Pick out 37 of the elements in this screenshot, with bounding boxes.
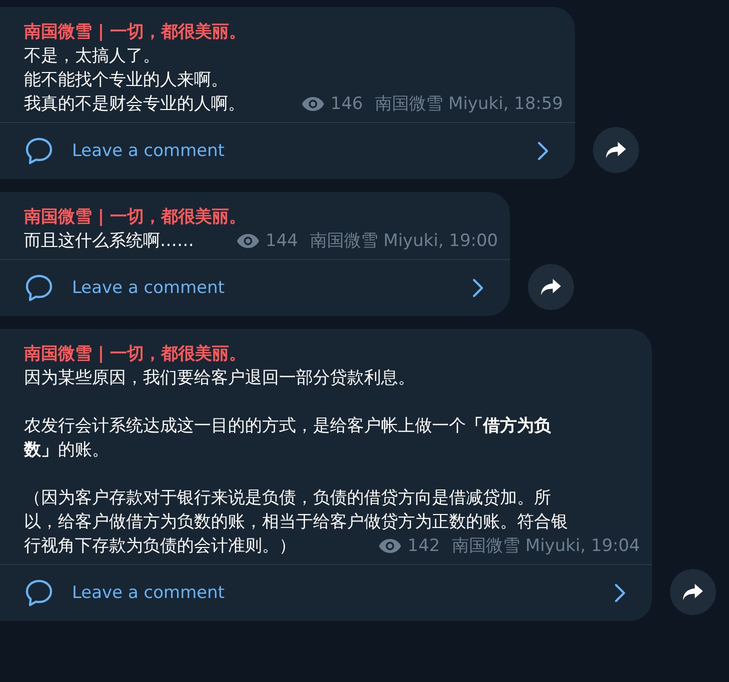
comment-button[interactable]: Leave a comment — [0, 564, 652, 621]
share-icon — [682, 583, 704, 601]
view-count: 142 — [408, 535, 440, 558]
message-text: 以，给客户做借方为负数的账，相当于给客户做贷方为正数的账。符合银 — [24, 511, 568, 534]
author-time: 南国微雪 Miyuki, 19:00 — [310, 230, 498, 253]
chevron-icon — [472, 278, 484, 298]
message-text: 我真的不是财会专业的人啊。 — [24, 93, 245, 116]
comment-button[interactable]: Leave a comment — [0, 122, 575, 179]
message-text: 行视角下存款为负债的会计准则。） — [24, 535, 296, 558]
message-text: 而且这什么系统啊…… — [24, 230, 194, 253]
author-time: 南国微雪 Miyuki, 18:59 — [375, 93, 563, 116]
channel-name[interactable]: 南国微雪 | 一切，都很美丽。 — [24, 205, 496, 229]
view-count: 146 — [330, 93, 363, 116]
comment-icon — [24, 578, 54, 608]
chevron-icon — [537, 141, 549, 161]
channel-name[interactable]: 南国微雪 | 一切，都很美丽。 — [24, 20, 561, 44]
message-text: 数」的账。 — [24, 439, 109, 462]
share-button[interactable] — [670, 569, 716, 615]
eye-icon — [236, 233, 260, 249]
share-icon — [605, 141, 627, 159]
author-time: 南国微雪 Miyuki, 19:04 — [452, 535, 640, 558]
chevron-icon — [614, 583, 626, 603]
share-button[interactable] — [528, 264, 574, 310]
message-text: 能不能找个专业的人来啊。 — [24, 69, 228, 92]
channel-name[interactable]: 南国微雪 | 一切，都很美丽。 — [24, 342, 638, 366]
eye-icon — [300, 96, 325, 112]
view-count: 144 — [266, 230, 298, 253]
share-button[interactable] — [593, 127, 639, 173]
message-text: （因为客户存款对于银行来说是负债，负债的借贷方向是借减贷加。所 — [24, 487, 551, 510]
eye-icon — [378, 538, 402, 554]
message-text: 不是，太搞人了。 — [24, 45, 160, 68]
comment-icon — [24, 273, 54, 303]
message-text: 因为某些原因，我们要给客户退回一部分贷款利息。 — [24, 367, 415, 390]
share-icon — [540, 278, 562, 296]
message-text: 农发行会计系统达成这一目的的方式，是给客户帐上做一个「借方为负 — [24, 415, 551, 438]
comment-icon — [24, 136, 54, 166]
comment-button[interactable]: Leave a comment — [0, 259, 510, 316]
